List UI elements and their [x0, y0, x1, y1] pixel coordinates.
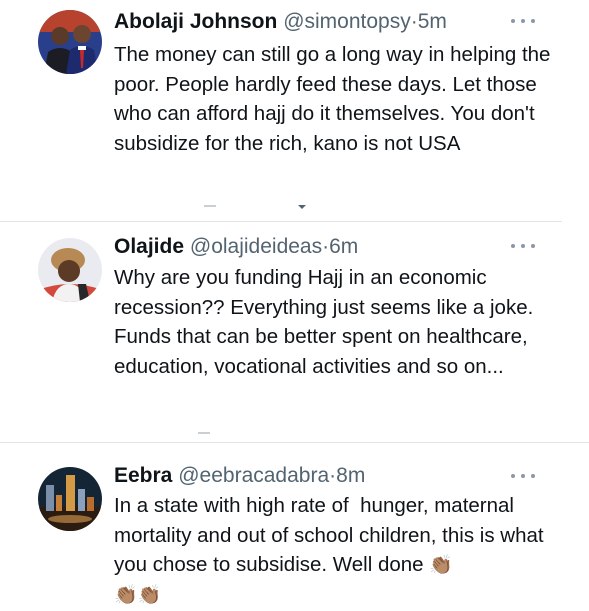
more-icon[interactable] — [511, 15, 535, 27]
timestamp[interactable]: 8m — [336, 464, 365, 487]
display-name[interactable]: Abolaji Johnson — [114, 10, 277, 33]
avatar[interactable] — [38, 467, 102, 531]
tweet[interactable]: Abolaji Johnson @simontopsy·5m The money… — [0, 0, 589, 215]
clapping-hands-icon: 👏🏽 — [114, 584, 138, 607]
tweet-header: Abolaji Johnson @simontopsy·5m — [114, 9, 447, 35]
tweet-header: Eebra @eebracadabra·8m — [114, 463, 365, 489]
tweet-header: Olajide @olajideideas·6m — [114, 234, 358, 260]
clapping-hands-icon: 👏🏽 — [429, 553, 453, 576]
username[interactable]: @olajideideas — [190, 235, 322, 258]
avatar[interactable] — [38, 10, 102, 74]
display-name[interactable]: Eebra — [114, 464, 172, 487]
more-icon[interactable] — [511, 240, 535, 252]
tweet[interactable]: Eebra @eebracadabra·8m In a state with h… — [0, 443, 589, 606]
more-icon[interactable] — [511, 470, 535, 482]
timestamp[interactable]: 6m — [329, 235, 358, 258]
username[interactable]: @eebracadabra — [178, 464, 329, 487]
username[interactable]: @simontopsy — [283, 10, 411, 33]
clapping-hands-icon: 👏🏽 — [137, 584, 162, 607]
tweet-text: The money can still go a long way in hel… — [114, 43, 557, 155]
tweet-text: Why are you funding Hajj in an economic … — [114, 266, 540, 378]
separator-dot: · — [410, 10, 418, 33]
tweet-text: In a state with high rate of hunger, mat… — [114, 491, 554, 611]
tweet[interactable]: Olajide @olajideideas·6m Why are you fun… — [0, 222, 589, 442]
action-bar — [196, 423, 216, 434]
timestamp[interactable]: 5m — [418, 10, 447, 33]
tweet-text-content: In a state with high rate of hunger, mat… — [114, 494, 550, 576]
action-bar — [200, 198, 320, 209]
display-name[interactable]: Olajide — [114, 235, 184, 258]
avatar[interactable] — [38, 238, 102, 302]
